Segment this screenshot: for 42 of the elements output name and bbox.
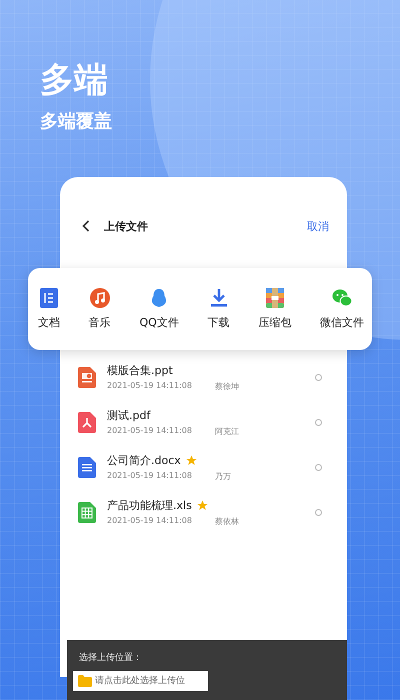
source-tab[interactable]: QQ文件 [139, 288, 179, 330]
file-name: 公司简介.docx [107, 453, 181, 468]
file-date: 2021-05-19 14:11:08 [107, 426, 193, 437]
file-row[interactable]: 产品功能梳理.xls 2021-05-19 14:11:08 蔡依林 [78, 496, 347, 529]
screen-title: 上传文件 [104, 218, 148, 234]
radio-button[interactable] [315, 509, 322, 516]
source-icon [264, 288, 285, 308]
radio-button[interactable] [315, 374, 322, 381]
source-icon [208, 288, 229, 308]
file-owner: 阿克江 [215, 426, 239, 437]
file-icon [78, 502, 96, 523]
file-name: 测试.pdf [107, 408, 150, 423]
source-icon [332, 288, 352, 308]
source-icon [39, 288, 59, 308]
file-date: 2021-05-19 14:11:08 [107, 381, 193, 392]
file-icon [78, 457, 96, 478]
file-date: 2021-05-19 14:11:08 [107, 471, 193, 482]
source-tab[interactable]: 下载 [208, 288, 230, 330]
radio-button[interactable] [315, 464, 322, 471]
file-name: 产品功能梳理.xls [107, 498, 192, 513]
source-tab[interactable]: 微信文件 [320, 288, 364, 330]
file-date: 2021-05-19 14:11:08 [107, 516, 193, 527]
file-owner: 乃万 [215, 471, 231, 482]
file-owner: 蔡依林 [215, 516, 239, 527]
source-tab[interactable]: 音乐 [88, 288, 111, 330]
subheadline: 多端覆盖 [40, 110, 113, 134]
file-icon [78, 412, 96, 433]
source-icon [90, 288, 110, 308]
file-name: 模版合集.ppt [107, 363, 173, 378]
location-label: 选择上传位置： [78, 652, 143, 664]
folder-icon [78, 675, 92, 687]
file-row[interactable]: 测试.pdf 2021-05-19 14:11:08 阿克江 [78, 406, 347, 439]
cancel-link[interactable]: 取消 [307, 218, 329, 234]
file-owner: 蔡徐坤 [215, 381, 239, 392]
radio-button[interactable] [315, 419, 322, 426]
source-tab[interactable]: 文档 [38, 288, 60, 330]
source-tab[interactable]: 压缩包 [258, 288, 292, 330]
location-field[interactable]: 请点击此处选择上传位 [73, 671, 208, 691]
file-row[interactable]: 模版合集.ppt 2021-05-19 14:11:08 蔡徐坤 [78, 361, 347, 394]
file-row[interactable]: 公司简介.docx 2021-05-19 14:11:08 乃万 [78, 451, 347, 484]
file-icon [78, 367, 96, 388]
headline: 多端 [40, 60, 109, 100]
